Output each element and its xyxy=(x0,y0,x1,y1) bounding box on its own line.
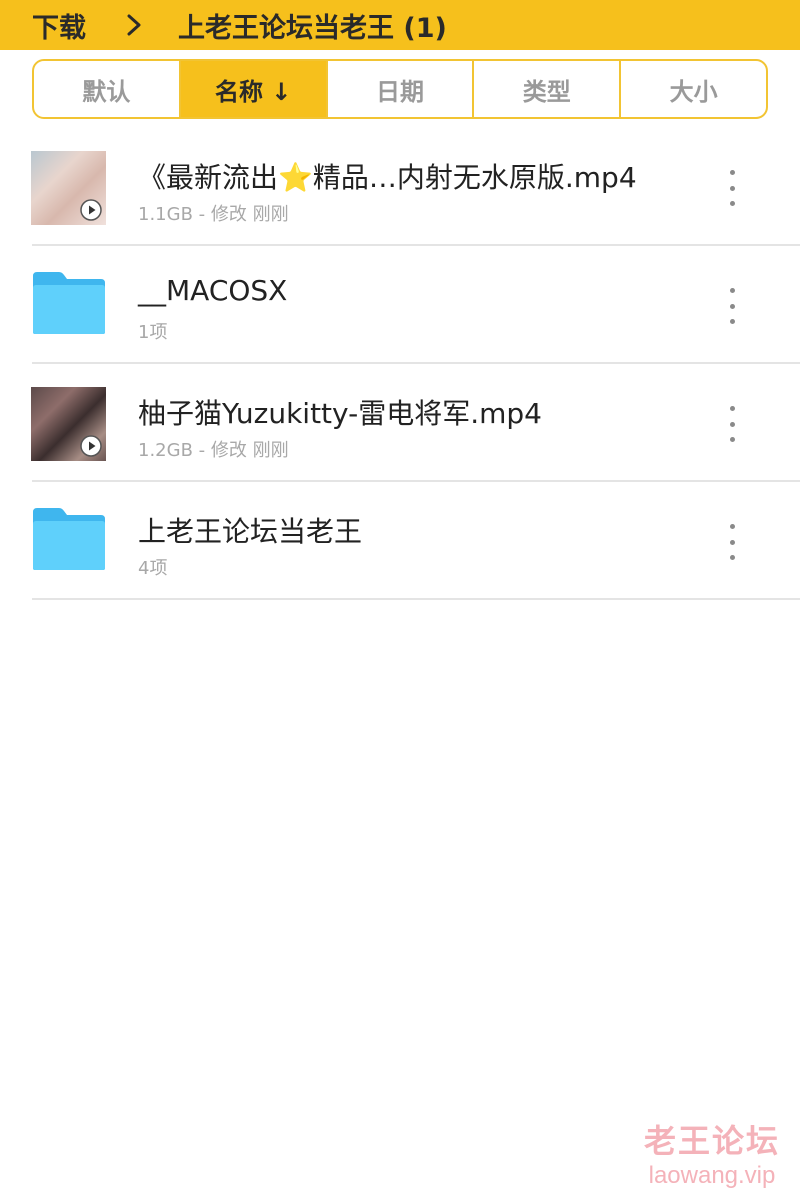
sort-tab-date[interactable]: 日期 xyxy=(325,61,473,117)
file-name: 柚子猫Yuzukitty-雷电将军.mp4 xyxy=(138,397,542,430)
file-meta: 1.1GB - 修改 刚刚 xyxy=(138,204,289,225)
more-options-icon[interactable] xyxy=(720,524,744,560)
sort-tabs: 默认 名称 ↓ 日期 类型 大小 xyxy=(32,59,768,119)
folder-name: __MACOSX xyxy=(138,274,288,307)
sort-tab-size[interactable]: 大小 xyxy=(619,61,766,117)
folder-icon xyxy=(33,508,105,570)
folder-meta: 1项 xyxy=(138,322,168,343)
folder-icon xyxy=(33,272,105,334)
watermark-en: laowang.vip xyxy=(648,1162,776,1189)
list-item[interactable]: 上老王论坛当老王 4项 xyxy=(0,482,800,600)
more-options-icon[interactable] xyxy=(720,170,744,206)
file-manager-screen: 下载 上老王论坛当老王 (1) 默认 名称 ↓ 日期 类型 大小 《最新流出⭐精… xyxy=(0,0,800,1200)
sort-tab-name[interactable]: 名称 ↓ xyxy=(178,61,326,117)
list-item[interactable]: 《最新流出⭐精品…内射无水原版.mp4 1.1GB - 修改 刚刚 xyxy=(0,128,800,246)
file-list: 《最新流出⭐精品…内射无水原版.mp4 1.1GB - 修改 刚刚 __MACO… xyxy=(0,128,800,600)
breadcrumb-current: 上老王论坛当老王 (1) xyxy=(178,12,447,44)
watermark-cn: 老王论坛 xyxy=(643,1122,780,1160)
breadcrumb-root[interactable]: 下载 xyxy=(32,6,86,45)
play-icon xyxy=(80,199,102,221)
video-thumbnail xyxy=(31,151,106,225)
list-item[interactable]: 柚子猫Yuzukitty-雷电将军.mp4 1.2GB - 修改 刚刚 xyxy=(0,364,800,482)
divider xyxy=(32,598,800,600)
play-icon xyxy=(80,435,102,457)
video-thumbnail xyxy=(31,387,106,461)
list-item[interactable]: __MACOSX 1项 xyxy=(0,246,800,364)
more-options-icon[interactable] xyxy=(720,406,744,442)
sort-tab-default[interactable]: 默认 xyxy=(34,61,179,117)
breadcrumb: 下载 上老王论坛当老王 (1) xyxy=(0,0,800,50)
folder-name: 上老王论坛当老王 xyxy=(138,515,363,548)
file-name: 《最新流出⭐精品…内射无水原版.mp4 xyxy=(138,161,637,194)
folder-meta: 4项 xyxy=(138,558,168,579)
sort-tab-type[interactable]: 类型 xyxy=(472,61,619,117)
chevron-right-icon xyxy=(126,13,142,37)
more-options-icon[interactable] xyxy=(720,288,744,324)
watermark: 老王论坛 laowang.vip xyxy=(644,1116,780,1190)
file-meta: 1.2GB - 修改 刚刚 xyxy=(138,440,289,461)
